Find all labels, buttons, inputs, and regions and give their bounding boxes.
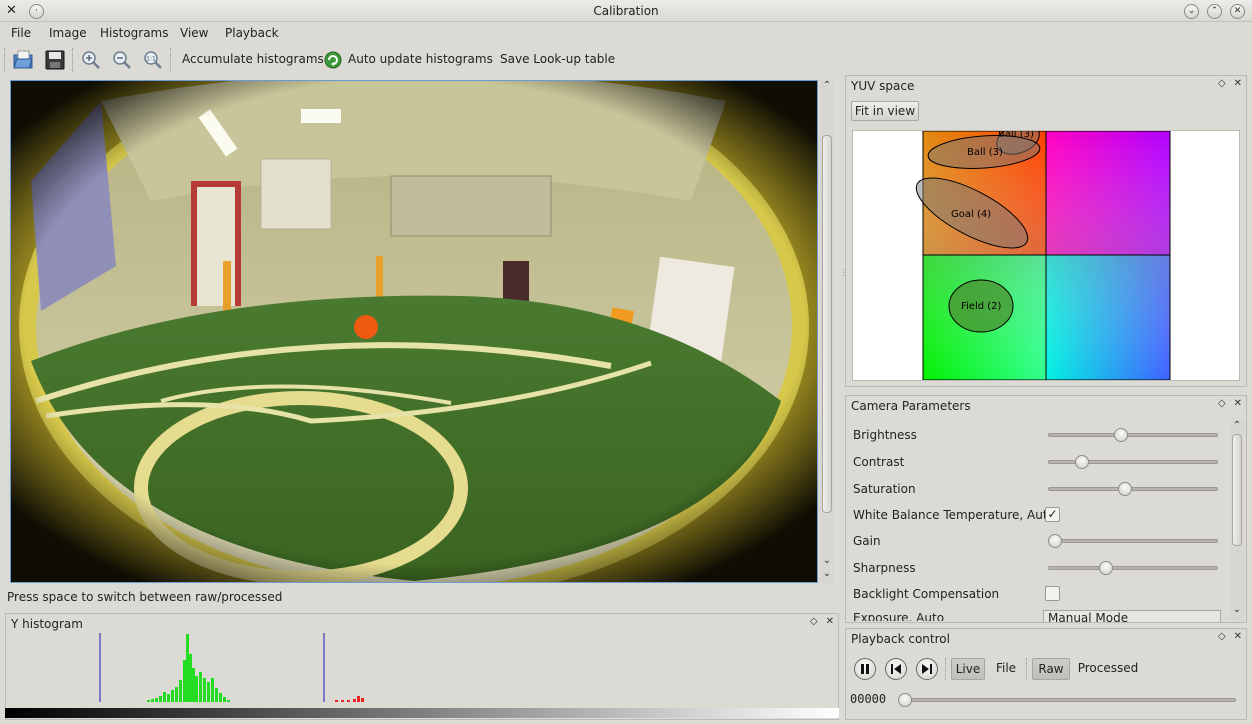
y-histogram-plot [5,630,839,718]
slider-thumb[interactable] [1113,428,1128,442]
accumulate-histograms-button[interactable]: Accumulate histograms [182,52,324,66]
camera-image[interactable] [10,80,818,583]
title-bar: ✕ · Calibration ⌄ ⌃ ✕ [0,0,1252,22]
toolbar: 1:1 Accumulate histograms Auto update hi… [0,44,1252,74]
auto-update-histograms-button[interactable]: Auto update histograms [348,52,493,66]
slider-thumb[interactable] [1074,455,1089,469]
menu-playback[interactable]: Playback [225,26,279,40]
processed-toggle[interactable]: Processed [1076,658,1140,680]
panel-title: Camera Parameters [851,399,971,413]
status-text: Press space to switch between raw/proces… [7,590,283,604]
toolbar-separator [170,48,172,72]
panel-title: YUV space [851,79,915,93]
image-vertical-scrollbar[interactable]: ⌃ ⌄ ⌄ [820,80,834,583]
save-disk-icon[interactable] [44,49,66,71]
menu-view[interactable]: View [180,26,208,40]
menu-bar: File Image Histograms View Playback [0,22,1252,44]
scroll-down-icon[interactable]: ⌄ [1231,604,1243,616]
menu-histograms[interactable]: Histograms [100,26,169,40]
param-label-sharpness: Sharpness [853,561,916,575]
params-vertical-scrollbar[interactable]: ⌃ ⌄ [1230,420,1244,620]
param-checkbox-white-balance-temperature-auto[interactable]: ✓ [1045,507,1060,522]
param-label-white-balance-temperature-auto: White Balance Temperature, Auto [853,508,1055,522]
previous-frame-button[interactable] [885,658,907,680]
param-label-gain: Gain [853,534,881,548]
skip-back-icon [891,664,901,674]
camera-scene [11,81,817,582]
toolbar-separator [72,48,74,72]
param-label-backlight-compensation: Backlight Compensation [853,587,1000,601]
close-icon[interactable]: ✕ [826,616,834,627]
yuv-region-label: Field (2) [961,301,1002,312]
panel-title: Y histogram [11,617,83,631]
param-label-contrast: Contrast [853,455,905,469]
save-lookup-table-button[interactable]: Save Look-up table [500,52,615,66]
param-slider-saturation[interactable] [1048,482,1218,496]
yuv-color-space: Ball (3) Ball (3) Goal (4) Field (2) [915,123,1171,381]
svg-text:1:1: 1:1 [146,56,156,63]
zoom-original-icon[interactable]: 1:1 [142,49,164,71]
scrollbar-thumb[interactable] [1232,434,1242,546]
scroll-up-icon[interactable]: ⌃ [821,80,833,92]
file-toggle[interactable]: File [991,658,1021,680]
minimize-button[interactable]: ⌄ [1184,4,1199,19]
pause-button[interactable] [854,658,876,680]
playback-slider-thumb[interactable] [898,693,912,707]
live-toggle[interactable]: Live [951,658,985,680]
close-icon[interactable]: ✕ [1234,631,1242,642]
splitter-grip[interactable]: ⋮ [840,268,848,277]
scroll-down-icon[interactable]: ⌄ [821,555,833,567]
scrollbar-thumb[interactable] [822,135,832,513]
toolbar-grip [4,48,6,72]
zoom-out-icon[interactable] [111,49,133,71]
param-slider-contrast[interactable] [1048,455,1218,469]
playback-slider[interactable] [898,693,1236,707]
param-checkbox-backlight-compensation[interactable] [1045,586,1060,601]
scroll-up-icon[interactable]: ⌃ [1231,420,1243,432]
close-icon[interactable]: ✕ [1234,78,1242,89]
panel-title: Playback control [851,632,950,646]
frame-counter: 00000 [850,692,887,706]
param-slider-gain[interactable] [1048,534,1218,548]
fit-in-view-button[interactable]: Fit in view [851,101,919,121]
next-frame-button[interactable] [916,658,938,680]
close-icon[interactable]: ✕ [1234,398,1242,409]
refresh-icon[interactable] [322,49,344,71]
param-slider-brightness[interactable] [1048,428,1218,442]
pause-icon [861,664,869,674]
raw-toggle[interactable]: Raw [1032,658,1070,680]
zoom-in-icon[interactable] [80,49,102,71]
exposure-auto-select[interactable]: Manual Mode [1043,610,1221,622]
param-slider-sharpness[interactable] [1048,561,1218,575]
skip-forward-icon [922,664,932,674]
scroll-down-icon[interactable]: ⌄ [821,568,833,580]
toolbar-separator [1026,658,1027,680]
float-icon[interactable]: ◇ [1218,398,1226,409]
float-icon[interactable]: ◇ [1218,631,1226,642]
menu-image[interactable]: Image [49,26,87,40]
param-label-saturation: Saturation [853,482,916,496]
slider-thumb[interactable] [1048,534,1062,548]
param-label-brightness: Brightness [853,428,917,442]
yuv-region-label: Goal (4) [951,209,991,220]
toolbar-separator [945,658,946,680]
menu-file[interactable]: File [11,26,31,40]
yuv-region-label: Ball (3) [967,147,1003,158]
float-icon[interactable]: ◇ [810,616,818,627]
param-label-exposure-auto: Exposure, Auto [853,611,945,621]
maximize-button[interactable]: ⌃ [1207,4,1222,19]
close-button[interactable]: ✕ [1230,4,1245,19]
open-folder-icon[interactable] [12,49,34,71]
window-title: Calibration [593,4,659,18]
yuv-plot[interactable]: Ball (3) Ball (3) Goal (4) Field (2) [852,123,1240,381]
histogram-bars [5,633,839,718]
float-icon[interactable]: ◇ [1218,78,1226,89]
